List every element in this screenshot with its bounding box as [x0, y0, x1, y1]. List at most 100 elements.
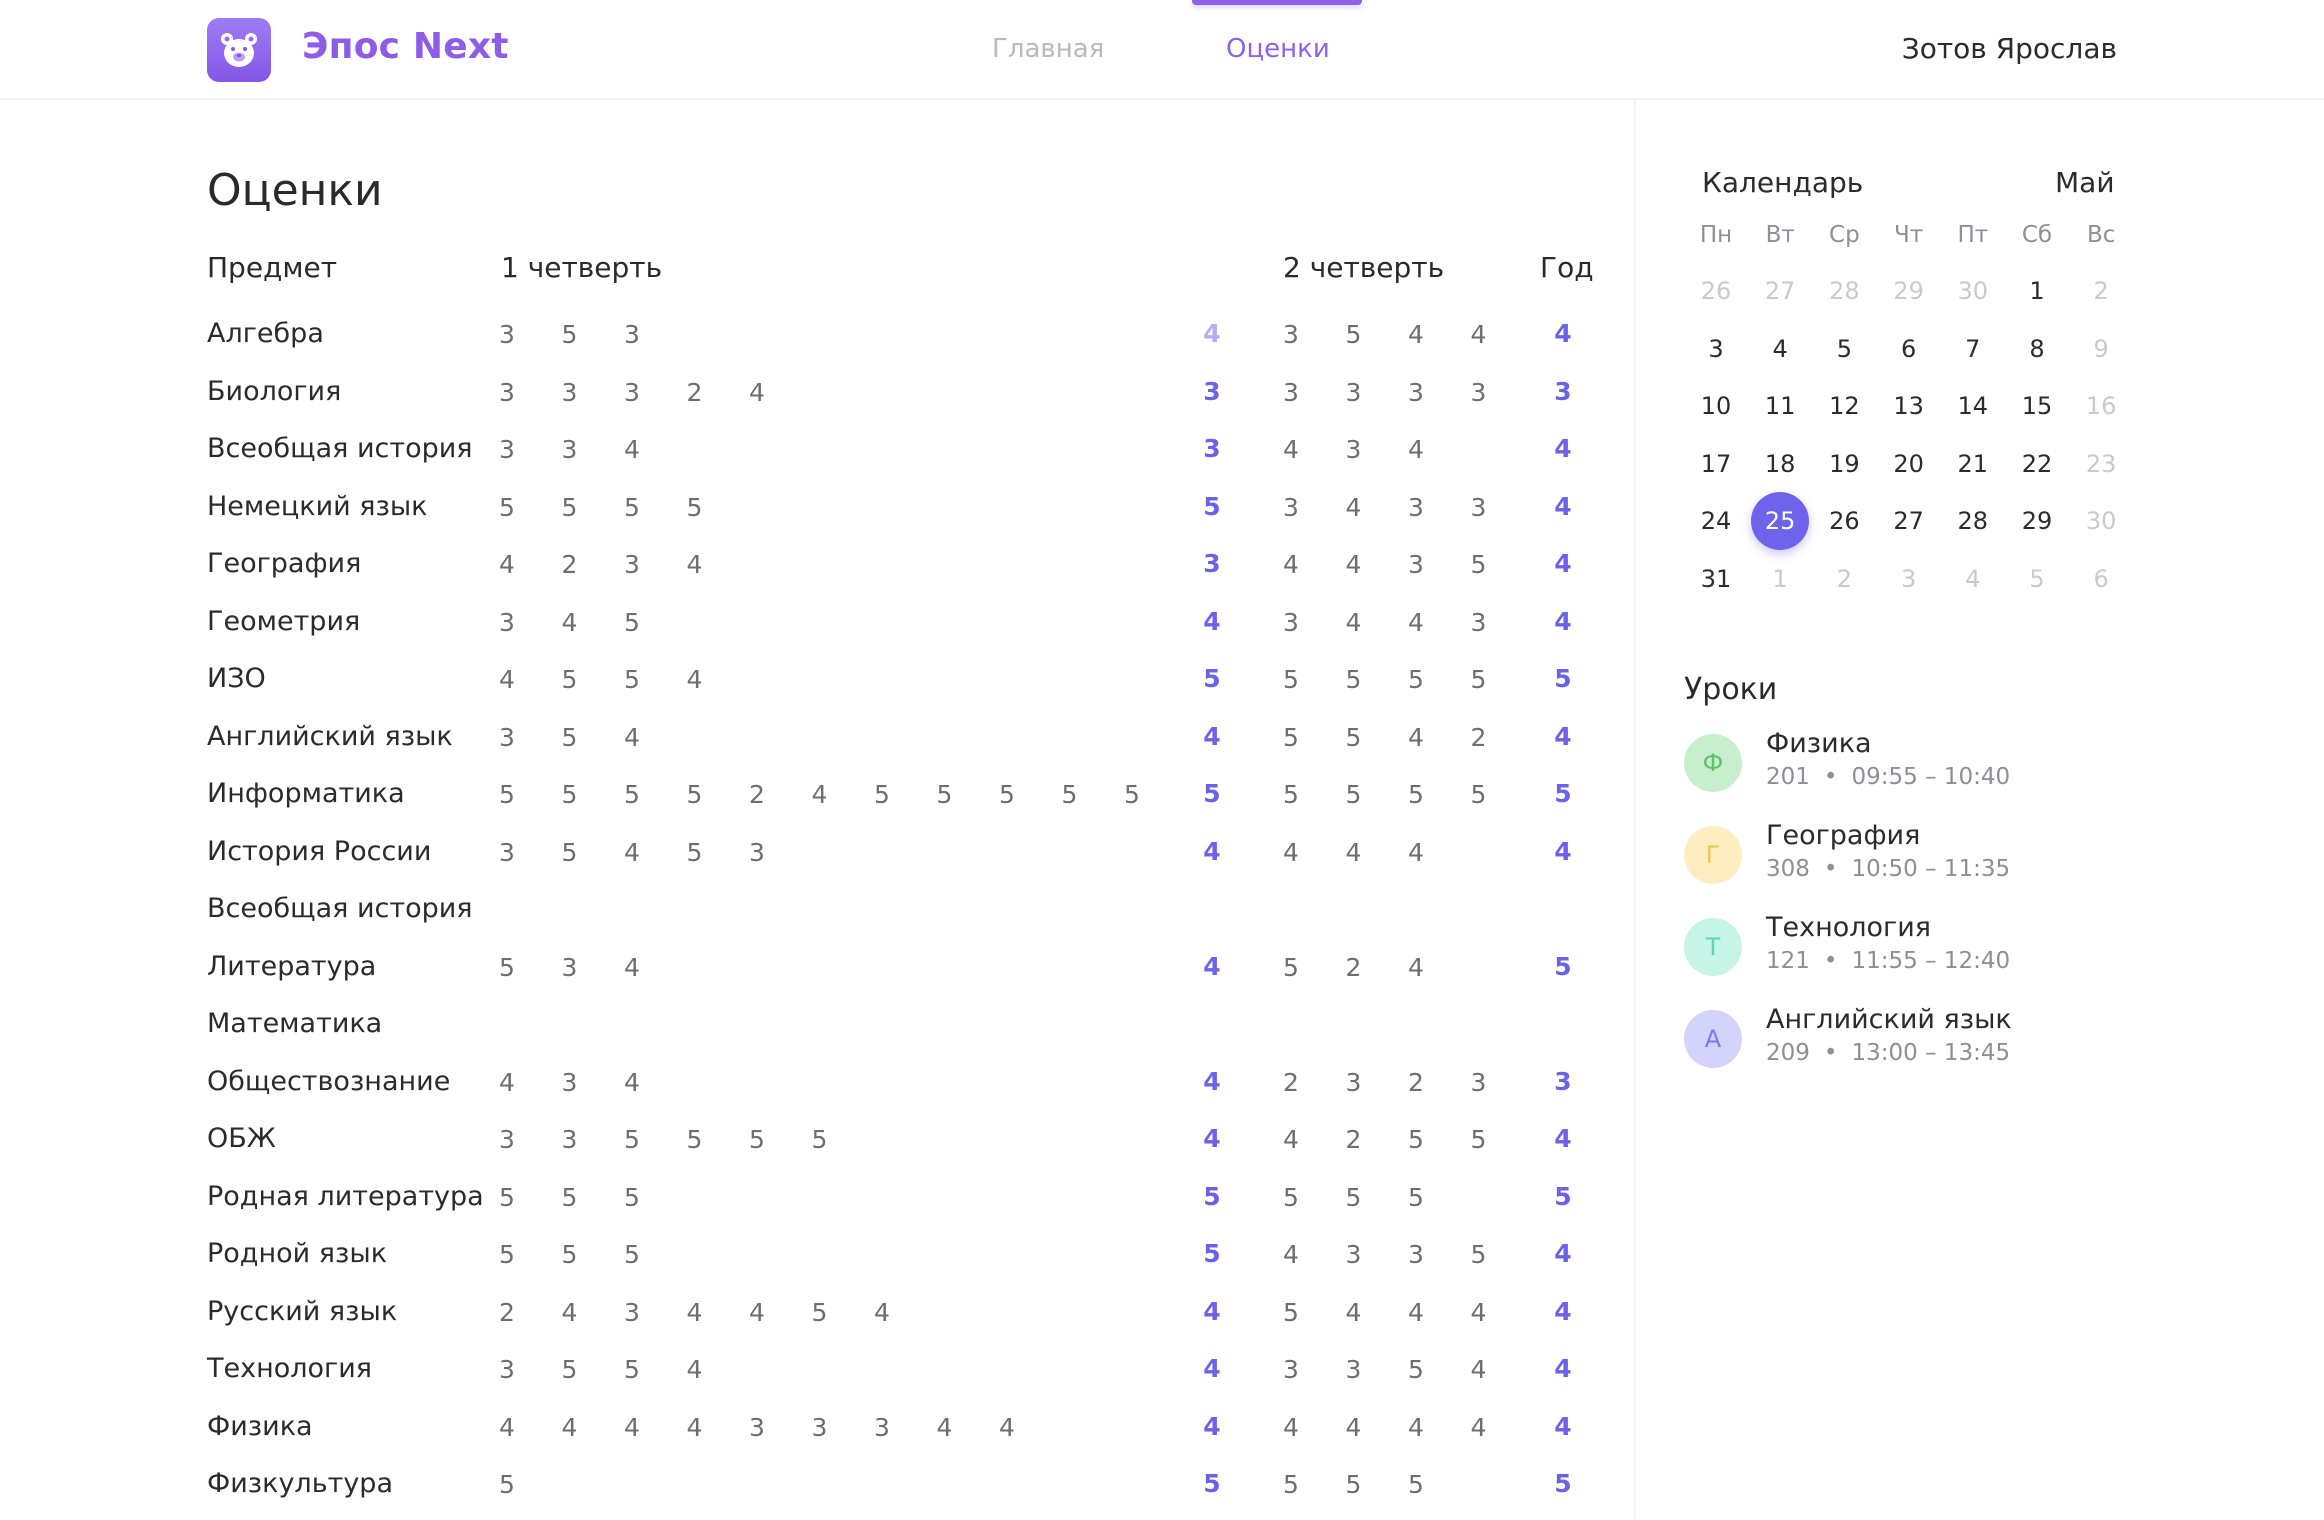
grade-mark[interactable]: 4	[1401, 1298, 1431, 1327]
grade-mark[interactable]: 2	[742, 780, 772, 809]
grade-mark[interactable]: 3	[1339, 1240, 1369, 1269]
grade-mark[interactable]: 4	[1339, 1413, 1369, 1442]
grade-mark[interactable]: 5	[1464, 780, 1494, 809]
subject-name[interactable]: Литература	[207, 951, 376, 982]
grade-mark[interactable]: 5	[805, 1125, 835, 1154]
grade-mark[interactable]: 4	[805, 780, 835, 809]
subject-name[interactable]: Всеобщая история	[207, 433, 473, 464]
grade-mark[interactable]: 5	[680, 838, 710, 867]
calendar-day[interactable]: 29	[2008, 492, 2066, 550]
grade-mark[interactable]: 5	[617, 1125, 647, 1154]
calendar-day[interactable]: 3	[1687, 320, 1745, 378]
grade-mark[interactable]: 5	[555, 493, 585, 522]
grade-mark[interactable]: 4	[1339, 838, 1369, 867]
grade-mark[interactable]: 4	[1339, 493, 1369, 522]
grade-mark[interactable]: 5	[1276, 953, 1306, 982]
grade-mark[interactable]: 3	[492, 608, 522, 637]
grade-mark[interactable]: 4	[680, 1413, 710, 1442]
calendar-day[interactable]: 15	[2008, 377, 2066, 435]
grade-mark[interactable]: 5	[1276, 1470, 1306, 1499]
grade-mark[interactable]: 5	[1401, 1183, 1431, 1212]
grade-mark[interactable]: 3	[1276, 493, 1306, 522]
grade-mark[interactable]: 5	[617, 665, 647, 694]
grade-mark[interactable]: 4	[1464, 1413, 1494, 1442]
calendar-day[interactable]: 26	[1687, 262, 1745, 320]
calendar-day[interactable]: 18	[1751, 435, 1809, 493]
grade-mark[interactable]: 4	[1464, 320, 1494, 349]
grade-mark[interactable]: 3	[1276, 608, 1306, 637]
grade-mark[interactable]: 4	[680, 1355, 710, 1384]
grade-mark[interactable]: 5	[492, 1240, 522, 1269]
calendar-day[interactable]: 16	[2072, 377, 2130, 435]
subject-name[interactable]: ИЗО	[207, 663, 266, 694]
calendar-day[interactable]: 1	[1751, 550, 1809, 608]
grade-mark[interactable]: 4	[555, 1298, 585, 1327]
calendar-day[interactable]: 10	[1687, 377, 1745, 435]
calendar-day[interactable]: 12	[1815, 377, 1873, 435]
grade-mark[interactable]: 5	[555, 1240, 585, 1269]
calendar-day[interactable]: 5	[2008, 550, 2066, 608]
grade-mark[interactable]: 5	[492, 1183, 522, 1212]
grade-mark[interactable]: 5	[617, 1183, 647, 1212]
grade-mark[interactable]: 4	[492, 550, 522, 579]
grade-mark[interactable]: 4	[1276, 838, 1306, 867]
grade-mark[interactable]: 3	[1339, 435, 1369, 464]
grade-mark[interactable]: 4	[617, 1413, 647, 1442]
grade-mark[interactable]: 4	[680, 550, 710, 579]
grade-mark[interactable]: 3	[555, 378, 585, 407]
subject-name[interactable]: Немецкий язык	[207, 491, 427, 522]
grade-mark[interactable]: 5	[1464, 1125, 1494, 1154]
grade-mark[interactable]: 4	[1464, 1355, 1494, 1384]
grade-mark[interactable]: 3	[492, 320, 522, 349]
calendar-day[interactable]: 30	[2072, 492, 2130, 550]
grade-mark[interactable]: 3	[617, 320, 647, 349]
grade-mark[interactable]: 4	[492, 665, 522, 694]
grade-mark[interactable]: 4	[680, 665, 710, 694]
calendar-day[interactable]: 2	[1815, 550, 1873, 608]
grade-mark[interactable]: 3	[1464, 493, 1494, 522]
grade-mark[interactable]: 5	[617, 493, 647, 522]
grade-mark[interactable]: 4	[1401, 320, 1431, 349]
subject-name[interactable]: Математика	[207, 1008, 382, 1039]
calendar-day[interactable]: 8	[2008, 320, 2066, 378]
grade-mark[interactable]: 3	[555, 953, 585, 982]
grade-mark[interactable]: 2	[680, 378, 710, 407]
subject-name[interactable]: Информатика	[207, 778, 405, 809]
calendar-day[interactable]: 31	[1687, 550, 1745, 608]
grade-mark[interactable]: 5	[867, 780, 897, 809]
grade-mark[interactable]: 5	[1464, 665, 1494, 694]
grade-mark[interactable]: 4	[492, 1068, 522, 1097]
grade-mark[interactable]: 3	[1464, 378, 1494, 407]
grade-mark[interactable]: 3	[1401, 1240, 1431, 1269]
grade-mark[interactable]: 4	[1401, 435, 1431, 464]
grade-mark[interactable]: 4	[742, 378, 772, 407]
grade-mark[interactable]: 4	[1276, 1413, 1306, 1442]
grade-mark[interactable]: 5	[1401, 665, 1431, 694]
grade-mark[interactable]: 3	[742, 838, 772, 867]
calendar-day[interactable]: 4	[1751, 320, 1809, 378]
grade-mark[interactable]: 3	[492, 378, 522, 407]
calendar-day[interactable]: 5	[1815, 320, 1873, 378]
grade-mark[interactable]: 4	[1401, 723, 1431, 752]
lesson-item[interactable]: Ф Физика 201 • 09:55 – 10:40	[1684, 728, 2184, 794]
subject-name[interactable]: История России	[207, 836, 431, 867]
grade-mark[interactable]: 5	[1276, 665, 1306, 694]
grade-mark[interactable]: 4	[1401, 1413, 1431, 1442]
grade-mark[interactable]: 3	[555, 1125, 585, 1154]
grade-mark[interactable]: 4	[492, 1413, 522, 1442]
grade-mark[interactable]: 4	[1276, 1125, 1306, 1154]
calendar-day[interactable]: 7	[1944, 320, 2002, 378]
calendar-day[interactable]: 24	[1687, 492, 1745, 550]
grade-mark[interactable]: 3	[492, 435, 522, 464]
calendar-day[interactable]: 21	[1944, 435, 2002, 493]
grade-mark[interactable]: 3	[1276, 320, 1306, 349]
grade-mark[interactable]: 3	[742, 1413, 772, 1442]
grade-mark[interactable]: 5	[492, 493, 522, 522]
grade-mark[interactable]: 5	[1401, 1470, 1431, 1499]
grade-mark[interactable]: 4	[1401, 838, 1431, 867]
app-title[interactable]: Эпос Next	[302, 26, 509, 67]
grade-mark[interactable]: 5	[492, 1470, 522, 1499]
grade-mark[interactable]: 4	[1276, 435, 1306, 464]
calendar-day[interactable]: 11	[1751, 377, 1809, 435]
subject-name[interactable]: География	[207, 548, 361, 579]
